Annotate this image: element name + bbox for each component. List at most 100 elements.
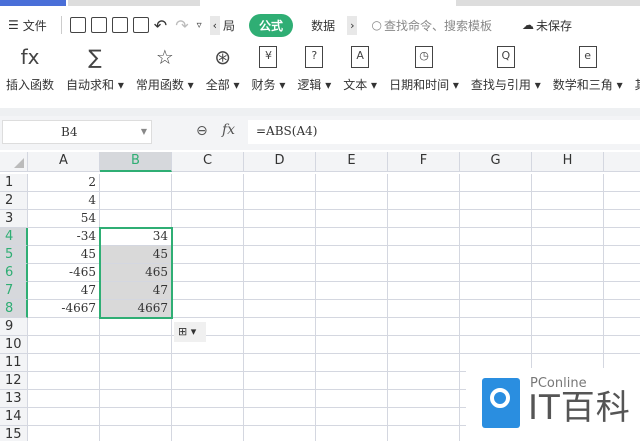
- cell-F14[interactable]: [388, 408, 460, 426]
- cell-F7[interactable]: [388, 282, 460, 300]
- cell-F3[interactable]: [388, 210, 460, 228]
- ribbon-button[interactable]: ⊛ 全部 ▾: [206, 44, 240, 100]
- cell-G7[interactable]: [460, 282, 532, 300]
- row-header[interactable]: 14: [0, 408, 28, 426]
- cell-G1[interactable]: [460, 174, 532, 192]
- cell-B9[interactable]: [100, 318, 172, 336]
- cell-A10[interactable]: [28, 336, 100, 354]
- cell-E4[interactable]: [316, 228, 388, 246]
- cell-F9[interactable]: [388, 318, 460, 336]
- column-header-F[interactable]: F: [388, 152, 460, 172]
- cell-D4[interactable]: [244, 228, 316, 246]
- column-header-C[interactable]: C: [172, 152, 244, 172]
- cell-G5[interactable]: [460, 246, 532, 264]
- tab-formula[interactable]: 公式: [249, 13, 294, 37]
- row-header[interactable]: 1: [0, 174, 28, 192]
- cell-C6[interactable]: [172, 264, 244, 282]
- cell-D7[interactable]: [244, 282, 316, 300]
- cell-I7[interactable]: [604, 282, 640, 300]
- ribbon-button[interactable]: ◷ 日期和时间 ▾: [389, 44, 459, 100]
- cell-A6[interactable]: -465: [28, 264, 100, 282]
- row-header[interactable]: 9: [0, 318, 28, 336]
- tab-scroll-right[interactable]: ›: [347, 15, 358, 35]
- cell-A9[interactable]: [28, 318, 100, 336]
- row-header[interactable]: 8: [0, 300, 28, 318]
- cell-B8[interactable]: 4667: [100, 300, 172, 318]
- cell-E13[interactable]: [316, 390, 388, 408]
- cell-B10[interactable]: [100, 336, 172, 354]
- row-header[interactable]: 11: [0, 354, 28, 372]
- cell-G6[interactable]: [460, 264, 532, 282]
- undo-icon[interactable]: ↶: [154, 16, 167, 35]
- cell-D3[interactable]: [244, 210, 316, 228]
- column-header-A[interactable]: A: [28, 152, 100, 172]
- ribbon-button[interactable]: ∑ 自动求和 ▾: [66, 44, 124, 100]
- cell-D9[interactable]: [244, 318, 316, 336]
- cell-A13[interactable]: [28, 390, 100, 408]
- chevron-down-icon[interactable]: ▼: [141, 121, 147, 143]
- cell-H3[interactable]: [532, 210, 604, 228]
- cell-D6[interactable]: [244, 264, 316, 282]
- cell-G8[interactable]: [460, 300, 532, 318]
- cell-E11[interactable]: [316, 354, 388, 372]
- cell-D2[interactable]: [244, 192, 316, 210]
- tab-scroll-left[interactable]: ‹: [209, 15, 221, 35]
- cell-C2[interactable]: [172, 192, 244, 210]
- cell-C12[interactable]: [172, 372, 244, 390]
- cell-F2[interactable]: [388, 192, 460, 210]
- ribbon-button[interactable]: fx 插入函数: [6, 44, 54, 100]
- cell-H6[interactable]: [532, 264, 604, 282]
- column-header-B[interactable]: B: [100, 152, 172, 172]
- cell-D10[interactable]: [244, 336, 316, 354]
- file-menu[interactable]: ☰ 文件: [8, 17, 47, 34]
- cell-I5[interactable]: [604, 246, 640, 264]
- more-icon[interactable]: ▿: [197, 20, 202, 31]
- cell-I9[interactable]: [604, 318, 640, 336]
- cell-H7[interactable]: [532, 282, 604, 300]
- cell-C11[interactable]: [172, 354, 244, 372]
- cell-E3[interactable]: [316, 210, 388, 228]
- cell-F4[interactable]: [388, 228, 460, 246]
- row-header[interactable]: 5: [0, 246, 28, 264]
- column-header-D[interactable]: D: [244, 152, 316, 172]
- cell-A15[interactable]: [28, 426, 100, 441]
- cell-F1[interactable]: [388, 174, 460, 192]
- formula-input[interactable]: =ABS(A4): [248, 120, 640, 144]
- cell-C8[interactable]: [172, 300, 244, 318]
- cell-E6[interactable]: [316, 264, 388, 282]
- cell-F13[interactable]: [388, 390, 460, 408]
- cell-A14[interactable]: [28, 408, 100, 426]
- cell-F11[interactable]: [388, 354, 460, 372]
- name-box[interactable]: B4 ▼: [2, 120, 152, 144]
- cell-E9[interactable]: [316, 318, 388, 336]
- column-header-G[interactable]: G: [460, 152, 532, 172]
- cell-C4[interactable]: [172, 228, 244, 246]
- select-all-corner[interactable]: [0, 152, 28, 172]
- cell-E5[interactable]: [316, 246, 388, 264]
- cell-H8[interactable]: [532, 300, 604, 318]
- cell-C7[interactable]: [172, 282, 244, 300]
- cell-E14[interactable]: [316, 408, 388, 426]
- cell-H5[interactable]: [532, 246, 604, 264]
- ribbon-button[interactable]: e 数学和三角 ▾: [553, 44, 623, 100]
- row-header[interactable]: 12: [0, 372, 28, 390]
- cell-C5[interactable]: [172, 246, 244, 264]
- cell-B5[interactable]: 45: [100, 246, 172, 264]
- cell-H1[interactable]: [532, 174, 604, 192]
- cell-A1[interactable]: 2: [28, 174, 100, 192]
- cell-B12[interactable]: [100, 372, 172, 390]
- cell-H2[interactable]: [532, 192, 604, 210]
- cell-G9[interactable]: [460, 318, 532, 336]
- cell-F15[interactable]: [388, 426, 460, 441]
- cell-A12[interactable]: [28, 372, 100, 390]
- cell-D8[interactable]: [244, 300, 316, 318]
- print-preview-icon[interactable]: [132, 17, 149, 33]
- cell-B13[interactable]: [100, 390, 172, 408]
- cell-E1[interactable]: [316, 174, 388, 192]
- ribbon-button[interactable]: ? 逻辑 ▾: [297, 44, 331, 100]
- cell-D13[interactable]: [244, 390, 316, 408]
- cell-B11[interactable]: [100, 354, 172, 372]
- cell-G3[interactable]: [460, 210, 532, 228]
- row-header[interactable]: 15: [0, 426, 28, 441]
- cell-E12[interactable]: [316, 372, 388, 390]
